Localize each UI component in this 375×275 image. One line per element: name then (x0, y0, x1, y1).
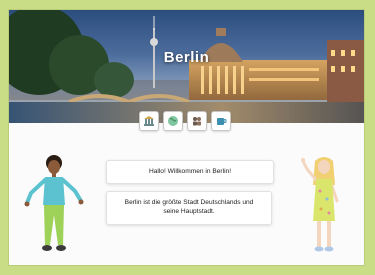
boy-character (24, 155, 84, 251)
group-badge-button[interactable] (187, 111, 207, 131)
info-text: Berlin ist die größte Stadt Deutschlands… (124, 199, 254, 215)
hero-banner: Berlin (9, 10, 364, 123)
cup-badge-button[interactable] (211, 111, 231, 131)
berlin-skyline-image (9, 10, 364, 123)
app-frame: Berlin Hallo! Willkommen in Berlin! Berl… (9, 10, 364, 265)
globe-badge-button[interactable] (163, 111, 183, 131)
page-title: Berlin (163, 49, 210, 66)
group-icon (193, 117, 201, 126)
landmark-badge-button[interactable] (139, 111, 159, 131)
badge-bar (139, 111, 235, 133)
girl-character (301, 157, 339, 252)
cup-icon (217, 118, 227, 125)
globe-icon (168, 116, 178, 126)
greeting-bubble: Hallo! Willkommen in Berlin! (106, 160, 274, 184)
greeting-text: Hallo! Willkommen in Berlin! (148, 167, 232, 175)
info-bubble: Berlin ist die größte Stadt Deutschlands… (106, 191, 272, 225)
landmark-icon (144, 116, 154, 126)
